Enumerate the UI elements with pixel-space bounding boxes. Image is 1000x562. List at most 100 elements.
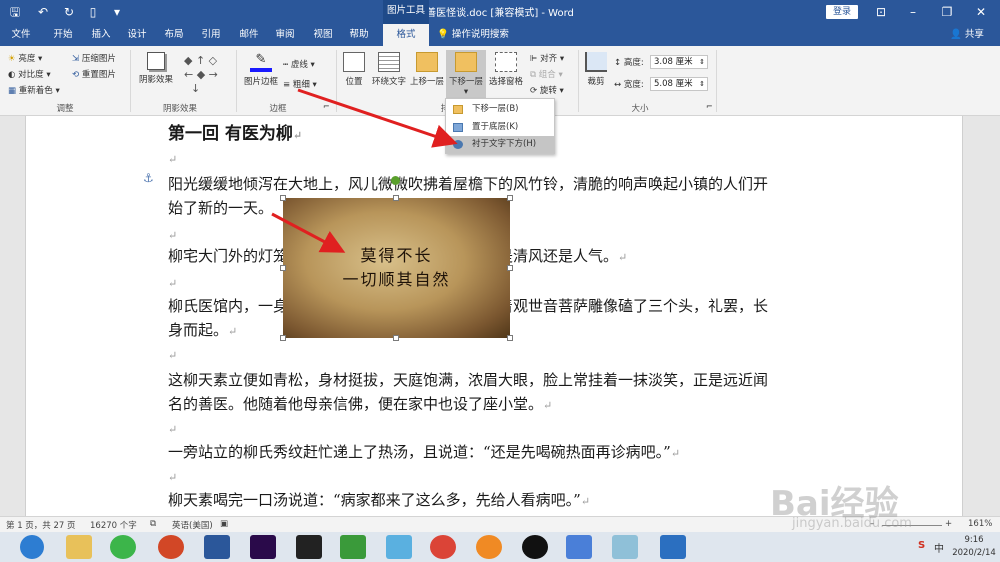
resize-handle[interactable] — [507, 335, 513, 341]
chrome-icon[interactable] — [430, 535, 456, 559]
resize-handle[interactable] — [393, 335, 399, 341]
tab-design[interactable]: 设计 — [120, 24, 154, 46]
resize-handle[interactable] — [507, 195, 513, 201]
empty-paragraph[interactable]: ↵ — [168, 224, 177, 246]
resize-handle[interactable] — [393, 195, 399, 201]
page-count[interactable]: 第 1 页，共 27 页 — [6, 519, 76, 531]
ribbon-display-options-icon[interactable]: ⊡ — [864, 0, 898, 24]
contrast-button[interactable]: ◐ 对比度 ▾ — [8, 68, 51, 80]
word-count[interactable]: 16270 个字 — [90, 519, 137, 531]
resize-handle[interactable] — [280, 265, 286, 271]
close-icon[interactable]: ✕ — [964, 0, 998, 24]
tab-help[interactable]: 帮助 — [342, 24, 376, 46]
empty-paragraph[interactable]: ↵ — [168, 148, 177, 170]
resize-handle[interactable] — [280, 335, 286, 341]
paragraph-line[interactable]: 这柳天素立便如青松，身材挺拔，天庭饱满，浓眉大眼，脸上常挂着一抹淡笑，正是远近闻 — [168, 370, 768, 390]
file-explorer-icon[interactable] — [66, 535, 92, 559]
zoom-level[interactable]: 161% — [968, 519, 992, 529]
proofing-icon[interactable]: ⧉ — [150, 519, 156, 529]
rotate-button[interactable]: ⟳ 旋转 ▾ — [530, 84, 564, 96]
login-button[interactable]: 登录 — [826, 5, 858, 19]
shadow-effects-button[interactable]: 阴影效果 — [136, 52, 176, 85]
recolor-button[interactable]: ▦ 重新着色 ▾ — [8, 84, 60, 96]
tab-format[interactable]: 格式 — [383, 24, 429, 46]
powerpoint-icon[interactable] — [158, 535, 184, 559]
word-taskbar-icon[interactable] — [204, 535, 230, 559]
selected-picture[interactable]: 莫得不长 一切顺其自然 — [280, 176, 513, 341]
ime-indicator-icon[interactable]: 中 — [934, 540, 944, 555]
width-spinner[interactable]: 5.08 厘米 ⇕ — [650, 77, 708, 91]
dashes-button[interactable]: ┅ 虚线 ▾ — [283, 58, 315, 70]
align-label: 对齐 — [540, 54, 558, 64]
crop-button[interactable]: 裁剪 — [582, 52, 610, 87]
menu-item-send-backward[interactable]: 下移一层(B) — [446, 101, 554, 118]
paragraph-line[interactable]: 始了新的一天。 — [168, 198, 273, 218]
position-button[interactable]: 位置 — [340, 52, 368, 87]
group-objects-button[interactable]: ⧉ 组合 ▾ — [530, 68, 563, 80]
language-indicator[interactable]: 英语(美国) — [172, 519, 213, 531]
menu-item-send-to-back[interactable]: 置于底层(K) — [446, 119, 554, 136]
zoom-in-icon[interactable]: + — [945, 519, 952, 529]
empty-paragraph[interactable]: ↵ — [168, 466, 177, 488]
dialog-launcher-icon[interactable]: ⌐ — [706, 102, 713, 111]
qq-icon[interactable] — [522, 535, 548, 559]
tab-insert[interactable]: 插入 — [84, 24, 118, 46]
input-method-icon[interactable]: S — [918, 540, 925, 551]
paragraph-line[interactable]: 柳天素喝完一口汤说道：“病家都来了这么多，先给人看病吧。”↵ — [168, 490, 590, 512]
browser-icon[interactable] — [476, 535, 502, 559]
rotation-handle[interactable] — [391, 176, 400, 185]
minimize-icon[interactable]: – — [896, 0, 930, 24]
compress-pictures-button[interactable]: ⇲ 压缩图片 — [72, 52, 116, 64]
paragraph-line[interactable]: 一旁站立的柳氏秀纹赶忙递上了热汤，且说道：“还是先喝碗热面再诊病吧。”↵ — [168, 442, 680, 464]
wechat-icon[interactable] — [110, 535, 136, 559]
bring-forward-button[interactable]: 上移一层 — [408, 52, 446, 87]
paragraph-line[interactable]: 阳光缓缓地倾泻在大地上，风儿微微吹拂着屋檐下的风竹铃，清脆的响声唤起小镇的人们开 — [168, 174, 768, 194]
empty-paragraph[interactable]: ↵ — [168, 272, 177, 294]
tab-file[interactable]: 文件 — [4, 24, 38, 46]
app-icon[interactable] — [386, 535, 412, 559]
tab-home[interactable]: 开始 — [46, 24, 80, 46]
send-backward-button[interactable]: 下移一层 ▾ — [446, 50, 486, 100]
align-button[interactable]: ⊫ 对齐 ▾ — [530, 52, 564, 64]
spinner-arrows-icon[interactable]: ⇕ — [699, 56, 705, 68]
app-icon[interactable] — [612, 535, 638, 559]
resize-handle[interactable] — [507, 265, 513, 271]
tab-mailings[interactable]: 邮件 — [232, 24, 266, 46]
height-spinner[interactable]: 3.08 厘米 ⇕ — [650, 55, 708, 69]
wrap-text-icon — [378, 52, 400, 72]
empty-paragraph[interactable]: ↵ — [168, 418, 177, 440]
tab-view[interactable]: 视图 — [306, 24, 340, 46]
share-button[interactable]: 👤 共享 — [950, 24, 984, 46]
video-editor-icon[interactable] — [296, 535, 322, 559]
spinner-arrows-icon[interactable]: ⇕ — [699, 78, 705, 90]
brightness-button[interactable]: ☀ 亮度 ▾ — [8, 52, 42, 64]
wrap-text-button[interactable]: 环绕文字 — [370, 52, 408, 87]
menu-item-behind-text[interactable]: 衬于文字下方(H) — [446, 136, 554, 153]
reset-picture-button[interactable]: ⟲ 重置图片 — [72, 68, 116, 80]
paragraph-line[interactable]: 名的善医。他随着他母亲信佛，便在家中也设了座小堂。↵ — [168, 394, 552, 416]
system-clock[interactable]: 9:16 2020/2/14 — [950, 534, 998, 560]
picture-border-button[interactable]: ✎ 图片边框 — [242, 52, 280, 87]
tab-review[interactable]: 审阅 — [268, 24, 302, 46]
app-icon[interactable] — [566, 535, 592, 559]
tab-references[interactable]: 引用 — [194, 24, 228, 46]
dialog-launcher-icon[interactable]: ⌐ — [323, 102, 330, 111]
restore-icon[interactable]: ❐ — [930, 0, 964, 24]
empty-paragraph[interactable]: ↵ — [168, 344, 177, 366]
group-label: 组合 — [538, 70, 556, 80]
resize-handle[interactable] — [280, 195, 286, 201]
tab-layout[interactable]: 布局 — [157, 24, 191, 46]
start-button-icon[interactable] — [20, 535, 44, 559]
app-icon[interactable] — [340, 535, 366, 559]
shadow-nudge-controls[interactable]: ◆ ↑ ◇ ← ◆ → ↓ — [184, 54, 218, 96]
paragraph-mark: ↵ — [580, 495, 591, 508]
app-icon[interactable] — [660, 535, 686, 559]
paragraph-text: 一旁站立的柳氏秀纹赶忙递上了热汤，且说道：“还是先喝碗热面再诊病吧。” — [168, 443, 671, 461]
premiere-icon[interactable] — [250, 535, 276, 559]
paragraph-line[interactable]: 身而起。↵ — [168, 320, 237, 342]
weight-button[interactable]: ≡ 粗细 ▾ — [283, 78, 317, 90]
macro-icon[interactable]: ▣ — [220, 519, 228, 529]
selection-pane-button[interactable]: 选择窗格 — [486, 52, 526, 87]
chapter-heading[interactable]: 第一回 有医为柳↵ — [168, 124, 302, 146]
tell-me-search[interactable]: 💡 操作说明搜索 — [437, 24, 509, 46]
